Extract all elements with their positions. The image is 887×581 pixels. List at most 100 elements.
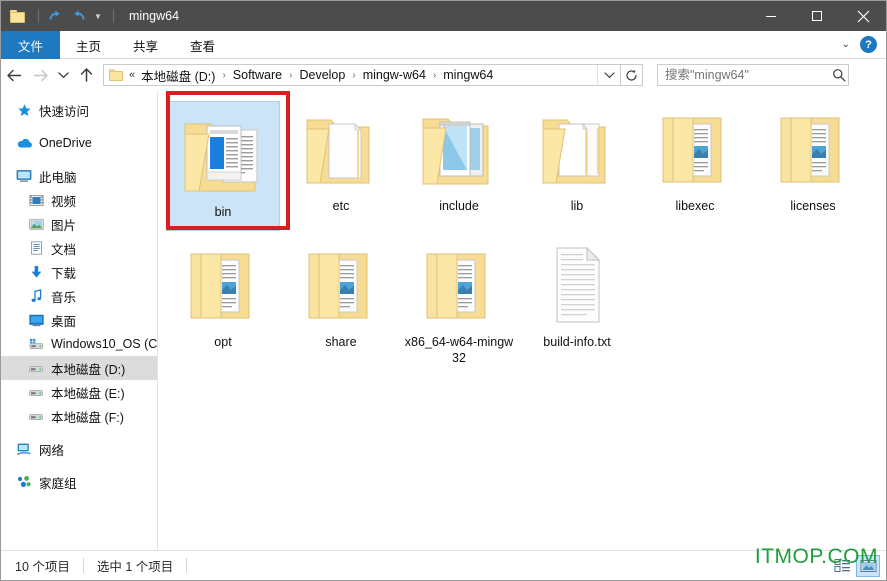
file-item-label: share [325,335,357,349]
chevron-down-icon[interactable] [597,65,620,85]
sidebar-item-label: 本地磁盘 (F:) [51,410,124,425]
file-item-opt[interactable]: opt [164,231,282,367]
drive-icon [27,408,45,424]
sidebar-item-desktop[interactable]: 桌面 [1,308,157,332]
file-item-x86-64-w64-mingw32[interactable]: x86_64-w64-mingw32 [400,231,518,367]
search-input[interactable] [658,68,830,82]
ribbon-tab-bar: 文件 主页 共享 查看 ⌄ ? [1,31,886,59]
chevron-down-icon[interactable]: ⌄ [842,39,850,50]
breadcrumb-item-drive[interactable]: 本地磁盘 (D:) [140,66,216,85]
folder-icon[interactable] [10,9,26,23]
minimize-icon[interactable] [748,1,794,31]
file-item-lib[interactable]: lib [518,95,636,231]
text-file-icon [529,237,625,333]
sidebar-item-local-disk-e[interactable]: 本地磁盘 (E:) [1,380,157,404]
breadcrumb-item-software[interactable]: Software [232,68,283,82]
sidebar-item-pictures[interactable]: 图片 [1,212,157,236]
file-list-view[interactable]: bin etc include lib libexec licenses opt… [158,91,886,551]
sidebar-item-this-pc[interactable]: 此电脑 [1,164,157,188]
sidebar-item-videos[interactable]: 视频 [1,188,157,212]
tab-file[interactable]: 文件 [1,31,61,59]
sidebar-item-downloads[interactable]: 下载 [1,260,157,284]
sidebar-item-label: Windows10_OS (C [51,337,157,351]
maximize-icon[interactable] [794,1,840,31]
up-button[interactable] [73,62,99,88]
file-item-label: lib [570,199,584,213]
breadcrumb-item-mingw-w64[interactable]: mingw-w64 [362,68,427,82]
toolbar-divider-2 [113,9,114,23]
drive-icon [27,384,45,400]
breadcrumb-separator[interactable]: › [427,70,442,81]
sidebar-item-quick-access[interactable]: 快速访问 [1,98,157,122]
file-item-build-info-txt[interactable]: build-info.txt [518,231,636,367]
network-icon [15,441,33,457]
sidebar-item-label: 此电脑 [39,170,77,185]
window-controls [748,1,886,31]
breadcrumb[interactable]: « 本地磁盘 (D:) › Software › Develop › mingw… [103,64,621,86]
document-icon [27,240,45,256]
breadcrumb-separator[interactable]: › [346,70,361,81]
item-count-label: 10 个项目 [15,560,70,574]
folder-icon [411,237,507,333]
search-box[interactable] [657,64,849,86]
music-icon [27,288,45,304]
file-item-licenses[interactable]: licenses [754,95,872,231]
file-item-etc[interactable]: etc [282,95,400,231]
redo-arrow-icon[interactable] [68,6,88,26]
sidebar-item-label: 快速访问 [39,104,90,119]
drive-icon [27,360,45,376]
folder-icon [293,237,389,333]
forward-button[interactable] [27,62,53,88]
sidebar-item-label: 音乐 [51,290,77,305]
refresh-icon[interactable] [621,64,643,86]
status-divider [82,558,84,573]
tab-view[interactable]: 查看 [174,31,231,59]
navigation-pane[interactable]: 快速访问 OneDrive 此电脑 视频 图片 文档 下载 音乐 桌面 Wind… [1,91,158,551]
sidebar-item-music[interactable]: 音乐 [1,284,157,308]
tab-home[interactable]: 主页 [60,31,117,59]
system-drive-icon [27,336,45,352]
folder-icon [109,69,124,81]
sidebar-item-local-disk-f[interactable]: 本地磁盘 (F:) [1,404,157,428]
video-icon [27,192,45,208]
selection-count-label: 选中 1 个项目 [96,560,174,574]
title-bar: ▼ mingw64 [1,1,886,31]
back-button[interactable] [1,62,27,88]
sidebar-item-onedrive[interactable]: OneDrive [1,131,157,155]
file-item-share[interactable]: share [282,231,400,367]
file-item-libexec[interactable]: libexec [636,95,754,231]
file-item-label: licenses [790,199,836,213]
folder-icon [411,101,507,197]
recent-locations-button[interactable] [53,62,73,88]
folder-icon [175,237,271,333]
breadcrumb-item-develop[interactable]: Develop [298,68,346,82]
sidebar-item-network[interactable]: 网络 [1,437,157,461]
tab-share[interactable]: 共享 [117,31,174,59]
customize-quick-access-icon[interactable]: ▼ [90,6,106,26]
file-item-include[interactable]: include [400,95,518,231]
sidebar-item-label: 下载 [51,266,77,281]
sidebar-item-windows10-os[interactable]: Windows10_OS (C [1,332,157,356]
sidebar-item-label: 本地磁盘 (E:) [51,386,125,401]
breadcrumb-list: 本地磁盘 (D:) › Software › Develop › mingw-w… [140,66,597,85]
folder-icon [293,101,389,197]
sidebar-item-label: 本地磁盘 (D:) [51,362,126,377]
breadcrumb-separator[interactable]: › [216,70,231,81]
download-icon [27,264,45,280]
file-item-bin[interactable]: bin [164,95,282,231]
close-icon[interactable] [840,1,886,31]
search-icon[interactable] [830,68,848,82]
undo-arrow-icon[interactable] [46,6,66,26]
sidebar-item-local-disk-d[interactable]: 本地磁盘 (D:) [1,356,157,380]
breadcrumb-overflow-icon[interactable]: « [128,69,140,81]
breadcrumb-separator[interactable]: › [283,70,298,81]
sidebar-item-homegroup[interactable]: 家庭组 [1,470,157,494]
file-item-label: libexec [675,199,715,213]
breadcrumb-item-mingw64[interactable]: mingw64 [442,68,494,82]
desktop-icon [27,312,45,328]
help-icon[interactable]: ? [860,36,877,53]
sidebar-item-documents[interactable]: 文档 [1,236,157,260]
folder-icon [765,101,861,197]
address-bar: « 本地磁盘 (D:) › Software › Develop › mingw… [1,59,886,91]
cloud-icon [15,135,33,151]
